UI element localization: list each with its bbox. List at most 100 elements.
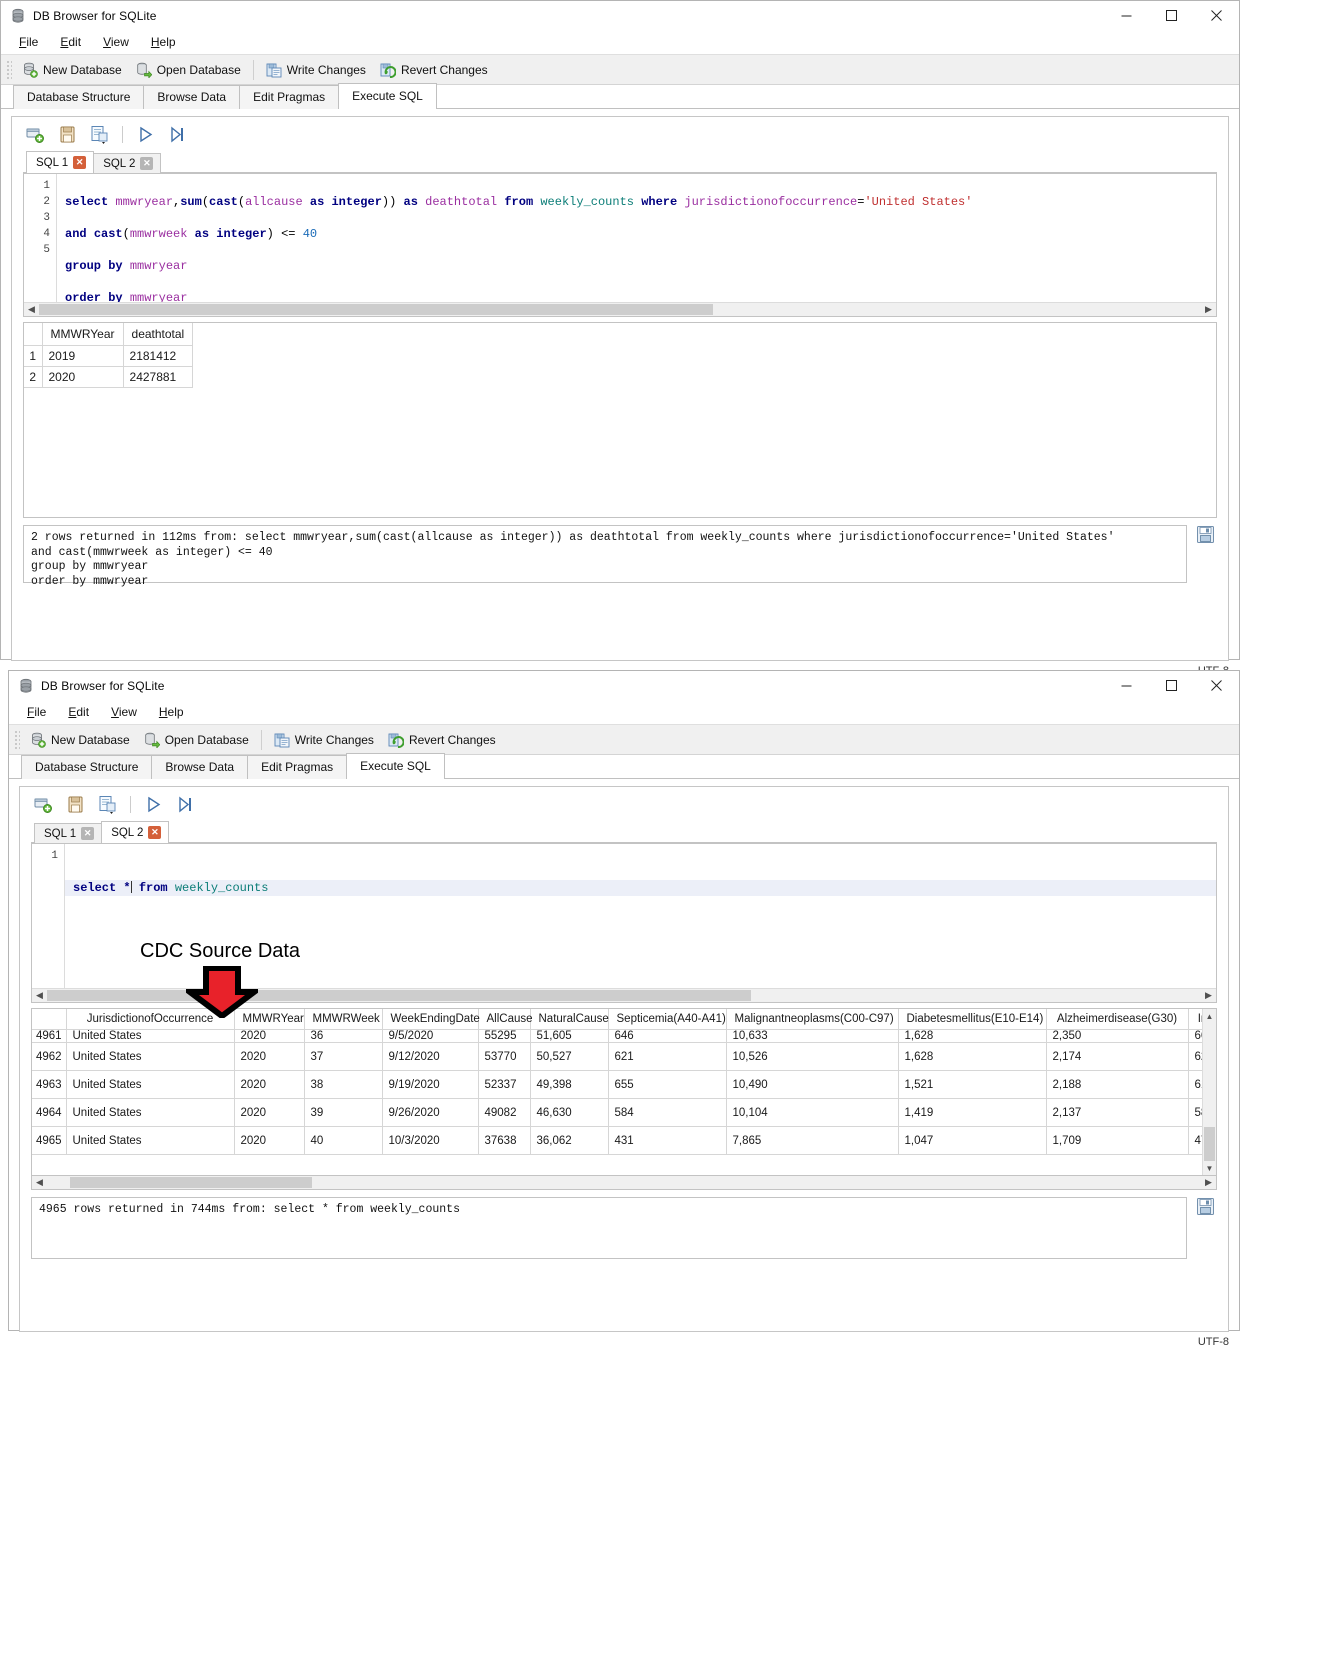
table-cell[interactable]: 431 — [608, 1126, 727, 1155]
table-cell[interactable]: 624 — [1188, 1042, 1202, 1071]
main-tabstrip[interactable]: Database Structure Browse Data Edit Prag… — [1, 83, 1239, 109]
tab-database-structure[interactable]: Database Structure — [13, 85, 145, 109]
vscroll-thumb[interactable] — [1204, 1127, 1215, 1161]
close-button[interactable] — [1194, 671, 1239, 700]
table-cell[interactable]: 1,521 — [898, 1070, 1047, 1099]
main-tabstrip[interactable]: Database Structure Browse Data Edit Prag… — [9, 753, 1239, 779]
table-cell[interactable]: 9/26/2020 — [382, 1098, 479, 1127]
table-cell[interactable]: United States — [66, 1098, 235, 1127]
sql-editor-1[interactable]: 1 2 3 4 5 select mmwryear,sum(cast(allca… — [23, 173, 1217, 317]
sql-toolbar[interactable] — [12, 117, 1228, 151]
menubar[interactable]: FFileile Edit View Help — [1, 30, 1239, 54]
table-cell[interactable]: United States — [66, 1126, 235, 1155]
menu-file[interactable]: FFileile — [8, 33, 49, 51]
execute-current-line-icon[interactable] — [168, 125, 187, 144]
scroll-left-icon[interactable]: ◀ — [24, 303, 39, 316]
table-cell[interactable]: 663 — [1188, 1029, 1202, 1043]
column-header[interactable]: MMWRYear — [42, 323, 124, 346]
grid-vscrollbar[interactable]: ▲ ▼ — [1202, 1009, 1216, 1175]
tab-browse-data[interactable]: Browse Data — [143, 85, 241, 109]
table-cell[interactable]: 2020 — [234, 1042, 305, 1071]
main-toolbar[interactable]: New Database Open Database Write Changes… — [9, 724, 1239, 755]
close-icon[interactable]: ✕ — [73, 156, 87, 169]
scroll-right-icon[interactable]: ▶ — [1201, 989, 1216, 1002]
new-database-button[interactable]: New Database — [23, 729, 137, 751]
minimize-button[interactable] — [1104, 1, 1149, 30]
menu-view[interactable]: View — [92, 33, 140, 51]
window-controls[interactable] — [1104, 671, 1239, 700]
table-cell[interactable]: 2020 — [234, 1029, 305, 1043]
db-browser-window-1[interactable]: DB Browser for SQLite FFileile Edit View… — [0, 0, 1240, 680]
table-cell[interactable]: 2,188 — [1046, 1070, 1189, 1099]
tab-browse-data[interactable]: Browse Data — [151, 755, 249, 779]
revert-changes-button[interactable]: Revert Changes — [373, 59, 495, 81]
table-cell[interactable]: 1,628 — [898, 1029, 1047, 1043]
column-header[interactable]: MMWRWeek — [304, 1009, 383, 1030]
save-sql-file-icon[interactable] — [98, 795, 117, 814]
table-cell[interactable]: 9/12/2020 — [382, 1042, 479, 1071]
save-sql-file-icon[interactable] — [90, 125, 109, 144]
table-cell[interactable]: 2,350 — [1046, 1029, 1189, 1043]
write-changes-button[interactable]: Write Changes — [267, 729, 381, 751]
close-icon[interactable]: ✕ — [148, 826, 162, 839]
hscroll-track[interactable] — [39, 303, 1201, 316]
main-toolbar[interactable]: New Database Open Database Write Changes… — [1, 54, 1239, 85]
table-cell[interactable]: 586 — [1188, 1098, 1202, 1127]
sql-subtabs[interactable]: SQL 1 ✕ SQL 2 ✕ — [20, 821, 1228, 843]
table-cell[interactable]: 49,398 — [530, 1070, 609, 1099]
table-cell[interactable]: 50,527 — [530, 1042, 609, 1071]
subtab-sql-1[interactable]: SQL 1 ✕ — [34, 823, 103, 843]
table-cell[interactable]: 10/3/2020 — [382, 1126, 479, 1155]
table-cell[interactable]: 584 — [608, 1098, 727, 1127]
hscroll-thumb[interactable] — [47, 990, 751, 1001]
column-header[interactable]: WeekEndingDate — [382, 1009, 480, 1030]
tab-edit-pragmas[interactable]: Edit Pragmas — [247, 755, 348, 779]
table-cell[interactable]: 2020 — [42, 366, 124, 388]
column-header[interactable]: Alzheimerdisease(G30) — [1046, 1009, 1189, 1030]
menu-edit[interactable]: Edit — [57, 703, 100, 721]
scroll-up-icon[interactable]: ▲ — [1203, 1009, 1216, 1023]
table-cell[interactable]: 621 — [608, 1042, 727, 1071]
subtab-sql-2[interactable]: SQL 2 ✕ — [93, 153, 162, 173]
table-cell[interactable]: 36,062 — [530, 1126, 609, 1155]
table-cell[interactable]: 655 — [608, 1070, 727, 1099]
open-sql-tab-icon[interactable] — [26, 125, 45, 144]
column-header[interactable]: AllCause — [478, 1009, 533, 1030]
table-cell[interactable]: 2181412 — [123, 345, 194, 367]
menu-help[interactable]: Help — [148, 703, 195, 721]
table-cell[interactable]: 39 — [304, 1098, 383, 1127]
table-cell[interactable]: 37638 — [478, 1126, 531, 1155]
table-cell[interactable]: 46,630 — [530, 1098, 609, 1127]
column-header[interactable]: Septicemia(A40-A41) — [608, 1009, 727, 1030]
table-cell[interactable]: 476 — [1188, 1126, 1202, 1155]
scroll-left-icon[interactable]: ◀ — [32, 989, 47, 1002]
table-cell[interactable]: 1,628 — [898, 1042, 1047, 1071]
table-cell[interactable]: 1,047 — [898, 1126, 1047, 1155]
hscroll-thumb[interactable] — [70, 1177, 313, 1188]
table-cell[interactable]: 2427881 — [123, 366, 194, 388]
table-cell[interactable]: 49082 — [478, 1098, 531, 1127]
close-icon[interactable]: ✕ — [140, 157, 154, 170]
open-sql-tab-icon[interactable] — [34, 795, 53, 814]
table-cell[interactable]: 10,526 — [726, 1042, 899, 1071]
table-cell[interactable]: 38 — [304, 1070, 383, 1099]
table-cell[interactable]: 10,104 — [726, 1098, 899, 1127]
open-sql-file-icon[interactable] — [66, 795, 85, 814]
open-sql-file-icon[interactable] — [58, 125, 77, 144]
table-cell[interactable]: 51,605 — [530, 1029, 609, 1043]
new-database-button[interactable]: New Database — [15, 59, 129, 81]
sql-toolbar[interactable] — [20, 787, 1228, 821]
message-box-2[interactable]: 4965 rows returned in 744ms from: select… — [31, 1197, 1187, 1259]
table-cell[interactable]: 10,633 — [726, 1029, 899, 1043]
tab-execute-sql[interactable]: Execute SQL — [338, 83, 437, 109]
subtab-sql-1[interactable]: SQL 1 ✕ — [26, 151, 95, 173]
table-cell[interactable]: United States — [66, 1042, 235, 1071]
message-box-1[interactable]: 2 rows returned in 112ms from: select mm… — [23, 525, 1187, 588]
scroll-down-icon[interactable]: ▼ — [1203, 1161, 1216, 1175]
table-cell[interactable]: 1,709 — [1046, 1126, 1189, 1155]
column-header[interactable]: NaturalCause — [530, 1009, 609, 1030]
table-cell[interactable]: 1,419 — [898, 1098, 1047, 1127]
table-cell[interactable]: 36 — [304, 1029, 383, 1043]
sql-subtabs[interactable]: SQL 1 ✕ SQL 2 ✕ — [12, 151, 1228, 173]
hscroll-thumb[interactable] — [39, 304, 713, 315]
